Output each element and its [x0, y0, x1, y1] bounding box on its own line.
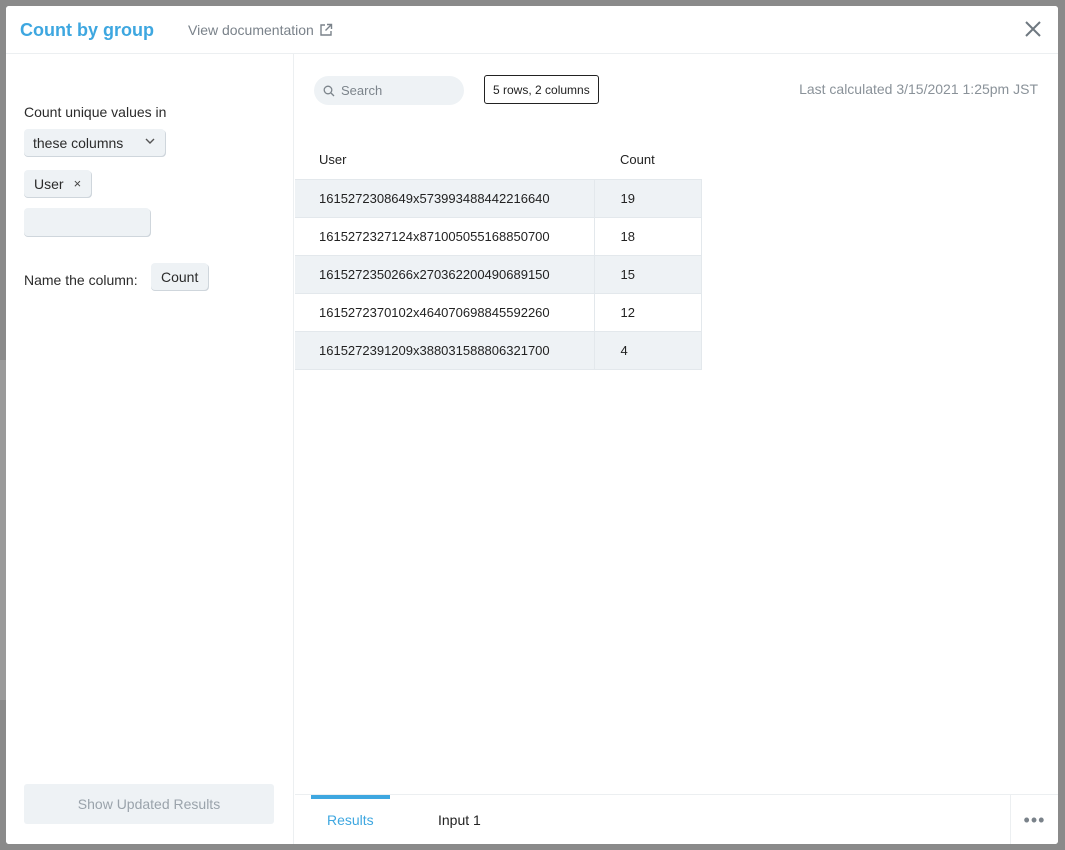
- last-calculated-text: Last calculated 3/15/2021 1:25pm JST: [799, 81, 1038, 97]
- modal-title: Count by group: [20, 20, 154, 40]
- cell-user[interactable]: 1615272391209x388031588806321700: [295, 331, 595, 370]
- cell-user[interactable]: 1615272350266x270362200490689150: [295, 255, 595, 294]
- results-table: User Count 1615272308649x573993488442216…: [295, 141, 702, 370]
- table-row: 1615272370102x464070698845592260 12: [295, 293, 702, 332]
- cell-user[interactable]: 1615272308649x573993488442216640: [295, 178, 595, 218]
- cell-count[interactable]: 12: [594, 293, 702, 332]
- column-header-count[interactable]: Count: [594, 141, 701, 179]
- count-unique-label: Count unique values in: [24, 104, 167, 120]
- add-column-input[interactable]: [24, 208, 150, 236]
- tab-results[interactable]: Results: [311, 795, 390, 844]
- column-mode-value: these columns: [33, 134, 124, 151]
- show-updated-results-button[interactable]: Show Updated Results: [24, 784, 274, 824]
- search-icon: [323, 85, 335, 96]
- external-link-icon: [320, 23, 333, 36]
- cell-count[interactable]: 15: [594, 255, 702, 294]
- table-row: 1615272391209x388031588806321700 4: [295, 331, 702, 370]
- tab-input-1[interactable]: Input 1: [438, 795, 481, 844]
- column-name-input[interactable]: Count: [151, 263, 209, 290]
- column-chip-label: User: [34, 175, 64, 192]
- rows-columns-badge: 5 rows, 2 columns: [484, 75, 599, 104]
- remove-chip-icon[interactable]: ×: [74, 176, 82, 191]
- name-column-label: Name the column:: [24, 272, 138, 288]
- cell-count[interactable]: 19: [594, 178, 702, 218]
- config-panel: Count unique values in these columns Use…: [6, 54, 294, 844]
- table-header-row: User Count: [295, 141, 701, 179]
- close-icon[interactable]: [1024, 20, 1042, 38]
- search-input[interactable]: [341, 83, 451, 98]
- column-mode-select[interactable]: these columns: [24, 129, 165, 156]
- cell-count[interactable]: 18: [594, 217, 702, 256]
- doc-link-label: View documentation: [188, 22, 314, 38]
- view-documentation-link[interactable]: View documentation: [188, 22, 333, 38]
- cell-count[interactable]: 4: [594, 331, 702, 370]
- table-row: 1615272308649x573993488442216640 19: [295, 178, 702, 218]
- cell-user[interactable]: 1615272327124x871005055168850700: [295, 217, 595, 256]
- count-by-group-modal: Count by group View documentation Count …: [6, 6, 1058, 844]
- column-header-user[interactable]: User: [295, 141, 594, 179]
- chevron-down-icon: [145, 138, 155, 144]
- modal-header: Count by group View documentation: [6, 6, 1058, 54]
- bottom-tabs: Results Input 1 •••: [295, 794, 1058, 844]
- table-row: 1615272327124x871005055168850700 18: [295, 217, 702, 256]
- table-row: 1615272350266x270362200490689150 15: [295, 255, 702, 294]
- results-panel: 5 rows, 2 columns Last calculated 3/15/2…: [295, 54, 1058, 794]
- cell-user[interactable]: 1615272370102x464070698845592260: [295, 293, 595, 332]
- column-chip-user: User ×: [24, 170, 92, 197]
- more-options-icon[interactable]: •••: [1010, 795, 1058, 844]
- search-box[interactable]: [314, 76, 464, 105]
